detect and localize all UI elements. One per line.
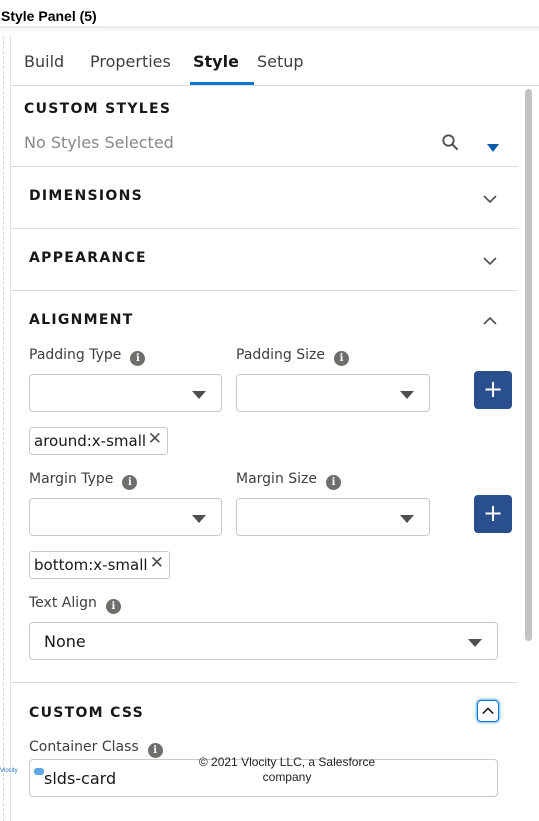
chevron-down-icon[interactable] bbox=[482, 253, 498, 269]
tab-properties[interactable]: Properties bbox=[90, 52, 171, 71]
info-icon[interactable]: i bbox=[130, 351, 146, 366]
container-class-label-text: Container Class bbox=[29, 739, 139, 755]
padding-size-label-text: Padding Size bbox=[236, 347, 326, 363]
dimensions-section[interactable]: DIMENSIONS bbox=[11, 167, 518, 229]
dotted-divider bbox=[3, 36, 4, 821]
vlocity-logo: Vlocity bbox=[0, 768, 18, 774]
alignment-section: ALIGNMENT Padding Type i Padding Size i + … bbox=[11, 291, 518, 683]
margin-pill-label: bottom:x-small bbox=[34, 556, 148, 574]
close-icon[interactable]: ✕ bbox=[150, 553, 164, 573]
tab-style[interactable]: Style bbox=[193, 52, 239, 71]
padding-type-select[interactable] bbox=[29, 374, 222, 412]
caret-down-icon bbox=[192, 391, 206, 399]
padding-pill: around:x-small ✕ bbox=[29, 427, 168, 455]
custom-css-section: CUSTOM CSS Container Class i slds-card bbox=[11, 683, 518, 821]
tab-build[interactable]: Build bbox=[24, 52, 64, 71]
info-icon[interactable]: i bbox=[122, 475, 138, 490]
padding-size-label: Padding Size i bbox=[236, 347, 350, 366]
add-padding-button[interactable]: + bbox=[474, 371, 512, 409]
appearance-title: APPEARANCE bbox=[29, 250, 147, 266]
caret-down-icon bbox=[400, 515, 414, 523]
margin-pill: bottom:x-small ✕ bbox=[29, 551, 170, 579]
margin-size-label: Margin Size i bbox=[236, 471, 342, 490]
text-align-label: Text Align i bbox=[29, 595, 121, 614]
custom-css-title: CUSTOM CSS bbox=[29, 705, 145, 721]
text-align-label-text: Text Align bbox=[29, 595, 97, 611]
info-icon[interactable]: i bbox=[105, 599, 121, 614]
info-icon[interactable]: i bbox=[334, 351, 350, 366]
collapse-button[interactable] bbox=[477, 700, 499, 722]
search-icon[interactable] bbox=[441, 133, 459, 151]
text-align-select[interactable]: None bbox=[29, 622, 498, 660]
caret-down-icon bbox=[468, 639, 482, 647]
chevron-up-icon[interactable] bbox=[482, 313, 498, 329]
dimensions-title: DIMENSIONS bbox=[29, 188, 144, 204]
alignment-title: ALIGNMENT bbox=[29, 312, 134, 328]
chevron-down-icon[interactable] bbox=[482, 191, 498, 207]
appearance-section[interactable]: APPEARANCE bbox=[11, 229, 518, 291]
info-icon[interactable]: i bbox=[326, 475, 342, 490]
active-tab-indicator bbox=[190, 82, 254, 85]
margin-type-select[interactable] bbox=[29, 498, 222, 536]
scrollbar-thumb[interactable] bbox=[525, 89, 532, 641]
tab-bar: Build Properties Style Setup bbox=[11, 36, 539, 86]
copyright-footer: © 2021 Vlocity LLC, a Salesforce company bbox=[198, 755, 376, 784]
salesforce-cloud-icon bbox=[34, 768, 44, 775]
margin-type-label: Margin Type i bbox=[29, 471, 138, 490]
container-class-label: Container Class i bbox=[29, 739, 163, 758]
padding-pill-label: around:x-small bbox=[34, 432, 147, 450]
padding-type-label: Padding Type i bbox=[29, 347, 146, 366]
padding-size-select[interactable] bbox=[236, 374, 430, 412]
close-icon[interactable]: ✕ bbox=[148, 429, 162, 449]
caret-down-icon bbox=[192, 515, 206, 523]
info-icon[interactable]: i bbox=[147, 743, 163, 758]
panel-title: Style Panel (5) bbox=[1, 8, 97, 24]
dropdown-triangle-icon[interactable] bbox=[486, 138, 500, 152]
margin-size-select[interactable] bbox=[236, 498, 430, 536]
tab-setup[interactable]: Setup bbox=[257, 52, 304, 71]
header-shadow bbox=[0, 26, 539, 32]
text-align-value: None bbox=[44, 632, 86, 651]
add-margin-button[interactable]: + bbox=[474, 495, 512, 533]
margin-type-label-text: Margin Type bbox=[29, 471, 114, 487]
margin-size-label-text: Margin Size bbox=[236, 471, 318, 487]
padding-type-label-text: Padding Type bbox=[29, 347, 122, 363]
custom-styles-combobox[interactable]: No Styles Selected bbox=[24, 133, 174, 152]
caret-down-icon bbox=[400, 391, 414, 399]
chevron-up-icon bbox=[482, 707, 494, 715]
custom-styles-section: CUSTOM STYLES No Styles Selected bbox=[11, 87, 518, 167]
custom-styles-title: CUSTOM STYLES bbox=[24, 101, 172, 117]
